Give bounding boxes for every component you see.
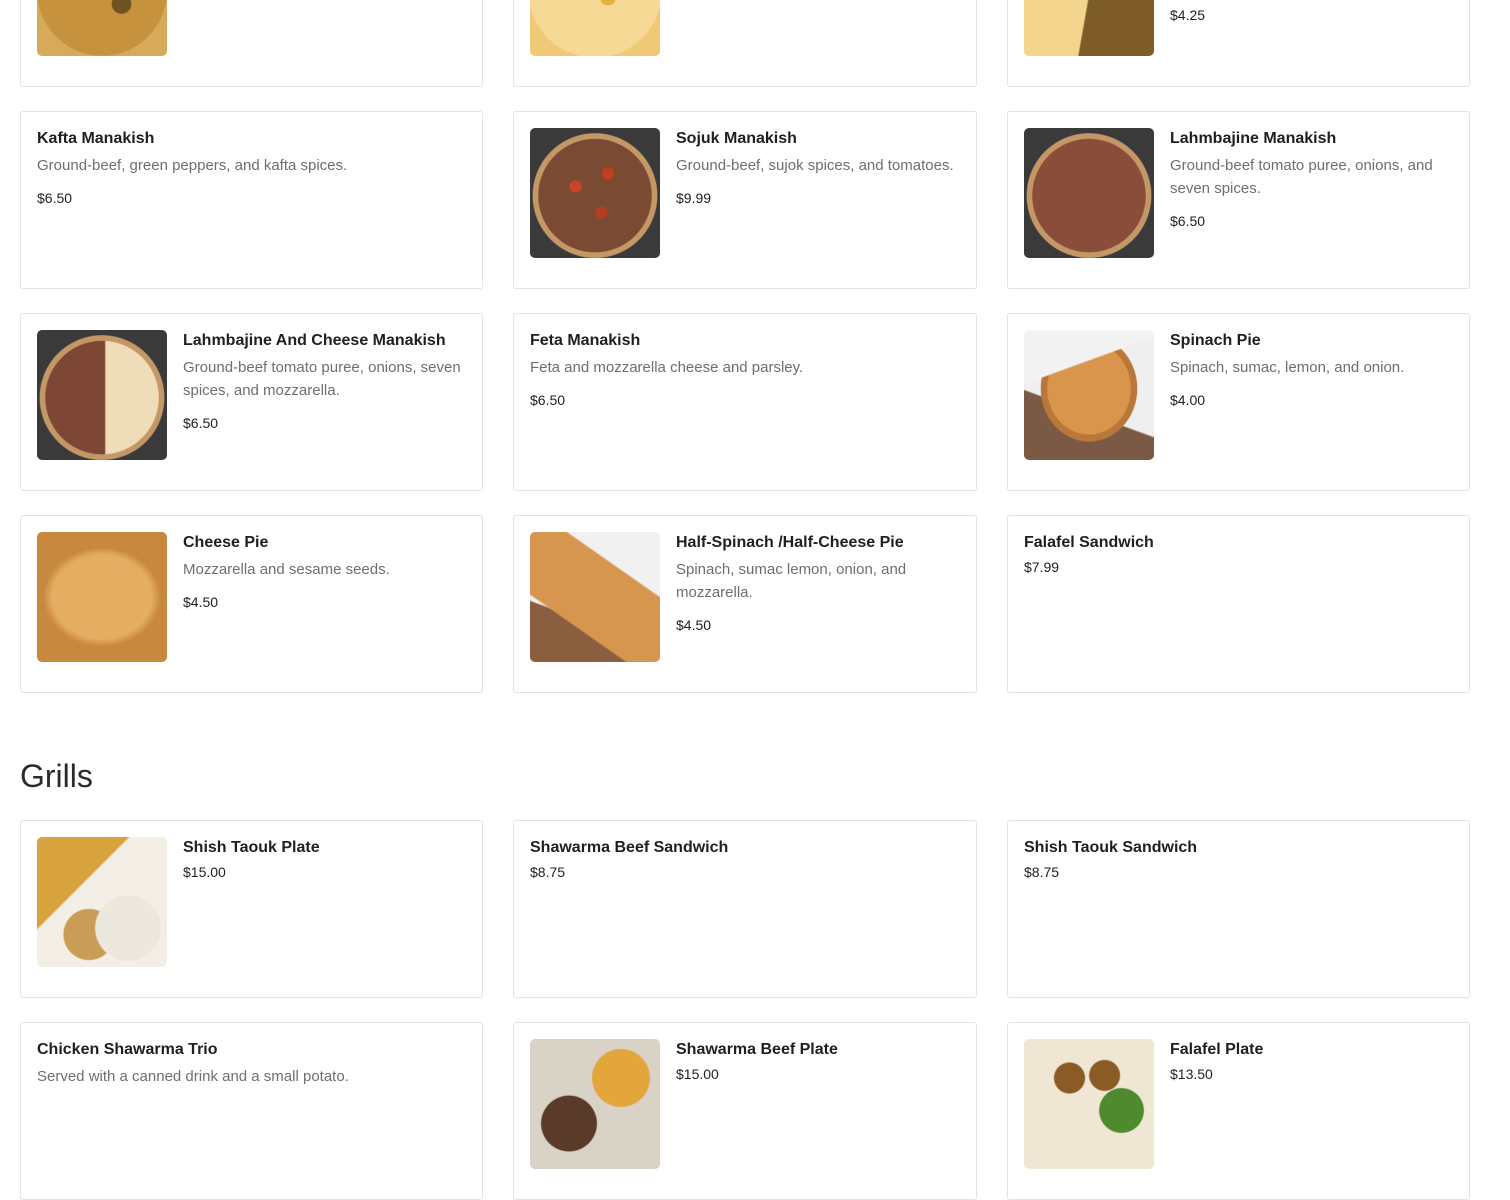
cheese-manakish-photo — [530, 0, 660, 56]
menu-item-name: Falafel Plate — [1170, 1041, 1264, 1058]
menu-item-card-shish-taouk-plate[interactable]: Shish Taouk Plate $15.00 — [20, 820, 483, 998]
menu-item-name: Half-Spinach /Half-Cheese Pie — [676, 534, 904, 551]
menu-item-description: Spinach, sumac lemon, onion, and mozzare… — [676, 561, 907, 601]
menu-item-price: $15.00 — [676, 1066, 719, 1082]
menu-item-price: $4.00 — [1170, 392, 1206, 408]
menu-item-card-kafta-manakish[interactable]: Kafta Manakish Ground-beef, green peppers… — [20, 111, 483, 289]
spinach-pie-photo — [1024, 330, 1154, 460]
menu-item-info: Lahmbajine And Cheese Manakish Ground-bee… — [183, 330, 466, 474]
menu-item-name: Lahmbajine Manakish — [1170, 130, 1337, 147]
menu-grid-top: $3.75 $5.25 $4.25 — [20, 0, 1470, 87]
menu-item-price: $15.00 — [183, 864, 226, 880]
menu-item-price: $6.50 — [1170, 213, 1206, 229]
zaatar-manakish-photo — [37, 0, 167, 56]
menu-item-info: Falafel Sandwich $7.99 — [1024, 532, 1453, 676]
menu-item-info: Kafta Manakish Ground-beef, green peppers… — [37, 128, 466, 272]
menu-item-name: Cheese Pie — [183, 534, 269, 551]
menu-item-card-lahmbajine-and-cheese-manakish[interactable]: Lahmbajine And Cheese Manakish Ground-bee… — [20, 313, 483, 491]
menu-item-card-falafel-plate[interactable]: Falafel Plate $13.50 — [1007, 1022, 1470, 1200]
half-spinach-cheese-pie-photo — [530, 532, 660, 662]
menu-item-card-feta-manakish[interactable]: Feta Manakish Feta and mozzarella cheese … — [513, 313, 977, 491]
menu-item-price: $6.50 — [183, 415, 219, 431]
menu-item-card-chicken-shawarma-trio[interactable]: Chicken Shawarma Trio Served with a canne… — [20, 1022, 483, 1200]
menu-item-price: $8.75 — [530, 864, 566, 880]
menu-item-card-lahmbajine-manakish[interactable]: Lahmbajine Manakish Ground-beef tomato pu… — [1007, 111, 1470, 289]
menu-item-description: Ground-beef, green peppers, and kafta sp… — [37, 157, 348, 174]
menu-item-name: Chicken Shawarma Trio — [37, 1041, 218, 1058]
menu-item-info: Chicken Shawarma Trio Served with a canne… — [37, 1039, 466, 1183]
menu-item-card-shawarma-beef-plate[interactable]: Shawarma Beef Plate $15.00 — [513, 1022, 977, 1200]
menu-item-price: $6.50 — [37, 190, 73, 206]
menu-item-info: Falafel Plate $13.50 — [1170, 1039, 1453, 1183]
menu-item-info: $4.25 — [1170, 0, 1453, 70]
cheese-pie-photo — [37, 532, 167, 662]
menu-item-info: Cheese Pie Mozzarella and sesame seeds. $4… — [183, 532, 466, 676]
menu-item-name: Shawarma Beef Plate — [676, 1041, 838, 1058]
menu-item-description: Served with a canned drink and a small p… — [37, 1068, 349, 1085]
menu-item-price: $6.50 — [530, 392, 566, 408]
menu-item-name: Falafel Sandwich — [1024, 534, 1154, 551]
menu-item-info: Shawarma Beef Sandwich $8.75 — [530, 837, 960, 981]
menu-item-card-zaatar-manakish-photo[interactable]: $3.75 — [20, 0, 483, 87]
menu-item-info: Shish Taouk Sandwich $8.75 — [1024, 837, 1453, 981]
menu-item-price: $5.25 — [676, 0, 960, 2]
menu-item-price: $4.50 — [183, 594, 219, 610]
menu-item-price: $7.99 — [1024, 559, 1060, 575]
menu-item-info: Lahmbajine Manakish Ground-beef tomato pu… — [1170, 128, 1453, 272]
menu-item-card-cheese-pie[interactable]: Cheese Pie Mozzarella and sesame seeds. $4… — [20, 515, 483, 693]
section-title-grills: Grills — [20, 758, 93, 794]
menu-item-card-falafel-sandwich[interactable]: Falafel Sandwich $7.99 — [1007, 515, 1470, 693]
menu-item-card-half-spinach-half-cheese-pie[interactable]: Half-Spinach /Half-Cheese Pie Spinach, su… — [513, 515, 977, 693]
menu-item-card-sojuk-manakish[interactable]: Sojuk Manakish Ground-beef, sujok spices,… — [513, 111, 977, 289]
menu-item-description: Ground-beef, sujok spices, and tomatoes. — [676, 157, 954, 174]
menu-item-name: Spinach Pie — [1170, 332, 1261, 349]
menu-item-description: Ground-beef tomato puree, onions, seven … — [183, 359, 461, 399]
menu-item-card-cheese-manakish-photo[interactable]: $5.25 — [513, 0, 977, 87]
menu-item-name: Kafta Manakish — [37, 130, 155, 147]
menu-item-description: Ground-beef tomato puree, onions, and se… — [1170, 157, 1433, 197]
menu-item-name: Feta Manakish — [530, 332, 641, 349]
lahmbajine-cheese-photo — [37, 330, 167, 460]
menu-item-price: $3.75 — [183, 0, 466, 2]
menu-item-info: Shawarma Beef Plate $15.00 — [676, 1039, 960, 1183]
menu-item-description: Feta and mozzarella cheese and parsley. — [530, 359, 804, 376]
menu-item-name: Shish Taouk Plate — [183, 839, 320, 856]
sojuk-manakish-photo — [530, 128, 660, 258]
menu-item-name: Sojuk Manakish — [676, 130, 797, 147]
menu-item-card-spinach-pie[interactable]: Spinach Pie Spinach, sumac, lemon, and on… — [1007, 313, 1470, 491]
menu-item-price: $13.50 — [1170, 1066, 1213, 1082]
menu-item-description: Mozzarella and sesame seeds. — [183, 561, 390, 578]
falafel-plate-photo — [1024, 1039, 1154, 1169]
menu-item-info: Sojuk Manakish Ground-beef, sujok spices,… — [676, 128, 960, 272]
menu-item-info: Half-Spinach /Half-Cheese Pie Spinach, su… — [676, 532, 960, 676]
menu-item-price: $9.99 — [676, 190, 712, 206]
menu-item-name: Shawarma Beef Sandwich — [530, 839, 729, 856]
lahmbajine-manakish-photo — [1024, 128, 1154, 258]
menu-item-info: $5.25 — [676, 0, 960, 70]
shish-taouk-plate-photo — [37, 837, 167, 967]
menu-item-card-shish-taouk-sandwich[interactable]: Shish Taouk Sandwich $8.75 — [1007, 820, 1470, 998]
menu-grid-manakish: Kafta Manakish Ground-beef, green peppers… — [20, 111, 1470, 693]
shawarma-beef-plate-photo — [530, 1039, 660, 1169]
menu-item-info: $3.75 — [183, 0, 466, 70]
menu-item-name: Shish Taouk Sandwich — [1024, 839, 1198, 856]
menu-item-price: $4.25 — [1170, 7, 1206, 23]
menu-item-description: Spinach, sumac, lemon, and onion. — [1170, 359, 1405, 376]
menu-grid-grills: Shish Taouk Plate $15.00 Shawarma Beef San… — [20, 820, 1470, 1200]
menu-item-info: Spinach Pie Spinach, sumac, lemon, and on… — [1170, 330, 1453, 474]
menu-item-name: Lahmbajine And Cheese Manakish — [183, 332, 446, 349]
half-zaatar-half-cheese-photo — [1024, 0, 1154, 56]
menu-item-price: $8.75 — [1024, 864, 1060, 880]
menu-item-card-shawarma-beef-sandwich[interactable]: Shawarma Beef Sandwich $8.75 — [513, 820, 977, 998]
menu-item-card-half-zaatar-half-cheese-photo[interactable]: $4.25 — [1007, 0, 1470, 87]
menu-item-info: Feta Manakish Feta and mozzarella cheese … — [530, 330, 960, 474]
menu-item-price: $4.50 — [676, 617, 712, 633]
menu-item-info: Shish Taouk Plate $15.00 — [183, 837, 466, 981]
